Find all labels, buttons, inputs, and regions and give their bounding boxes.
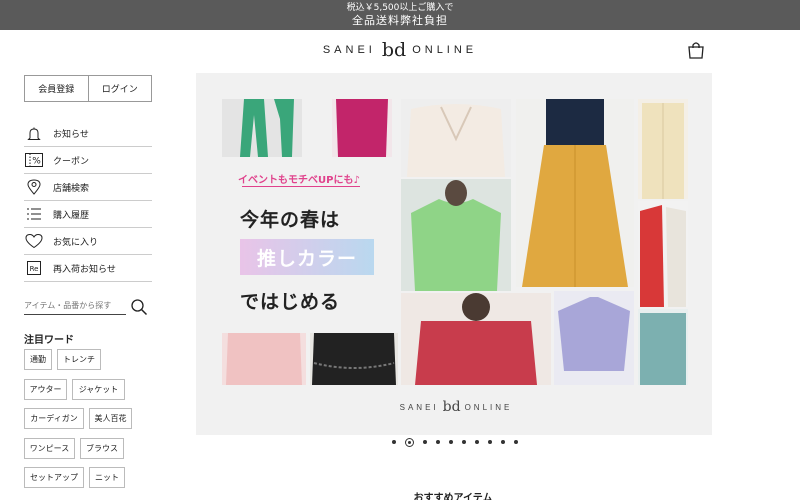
- photo-pink-jacket: [222, 333, 306, 385]
- carousel-dot[interactable]: [475, 440, 479, 444]
- keyword-tag[interactable]: セットアップ: [24, 467, 84, 488]
- carousel-dot-active[interactable]: [405, 437, 414, 447]
- logo-text-right: ONLINE: [412, 44, 478, 56]
- photo-red-knit: [401, 293, 551, 385]
- svg-text:Re: Re: [30, 265, 39, 273]
- keyword-tag[interactable]: トレンチ: [57, 349, 101, 370]
- item-search: [24, 297, 152, 317]
- keyword-tag[interactable]: 通勤: [24, 349, 52, 370]
- carousel-dot[interactable]: [488, 440, 492, 444]
- logo-text-left: SANEI: [322, 44, 376, 56]
- hero-logo: SANEI bd ONLINE: [346, 399, 566, 415]
- login-button[interactable]: ログイン: [87, 76, 152, 101]
- sidebar-item-label: お気に入り: [53, 237, 99, 248]
- hero-logo-mid: bd: [442, 399, 461, 415]
- sidebar-item-store-search[interactable]: 店舗検索: [24, 174, 152, 201]
- carousel-dot[interactable]: [436, 440, 440, 444]
- banner-tagline: イベントもモチベUPにも♪: [238, 175, 360, 186]
- photo-green-tshirt: [401, 179, 511, 291]
- hero-logo-right: ONLINE: [464, 402, 513, 412]
- banner-line1: 今年の春は: [240, 209, 341, 231]
- site-logo[interactable]: SANEI bd ONLINE: [265, 39, 535, 61]
- banner-copy: イベントもモチベUPにも♪ 今年の春は 推しカラー ではじめる: [236, 171, 376, 321]
- search-input[interactable]: [24, 297, 126, 315]
- location-pin-icon: [24, 179, 44, 195]
- svg-text:%: %: [32, 157, 41, 167]
- banner-line2: 推しカラー: [240, 239, 374, 275]
- logo-text-mid: bd: [381, 39, 407, 61]
- photo-green-pants: [222, 99, 302, 157]
- photo-lavender-top: [554, 291, 634, 385]
- list-icon: [24, 206, 44, 222]
- hero-logo-left: SANEI: [399, 402, 439, 412]
- keyword-tag[interactable]: カーディガン: [24, 408, 84, 429]
- site-header: SANEI bd ONLINE: [0, 30, 800, 70]
- recommend-section-title: おすすめアイテム: [413, 493, 493, 500]
- carousel-indicators: [392, 437, 518, 447]
- search-icon[interactable]: [130, 298, 148, 316]
- sidebar-menu: お知らせ % クーポン 店舗検索 購入履歴 お気に入り Re 再入荷お知らせ: [24, 121, 152, 282]
- carousel-dot[interactable]: [423, 440, 427, 444]
- sidebar-item-label: 店舗検索: [53, 183, 90, 194]
- sidebar-item-purchase-history[interactable]: 購入履歴: [24, 201, 152, 228]
- carousel-dot[interactable]: [392, 440, 396, 444]
- sidebar-item-news[interactable]: お知らせ: [24, 121, 152, 147]
- photo-beige-shirt: [638, 99, 688, 199]
- photo-red-cardigan: [638, 201, 688, 307]
- sidebar-item-restock[interactable]: Re 再入荷お知らせ: [24, 255, 152, 282]
- banner-line3: ではじめる: [240, 291, 341, 313]
- keyword-tag[interactable]: ニット: [89, 467, 125, 488]
- carousel-dot[interactable]: [449, 440, 453, 444]
- shopping-bag-icon[interactable]: [686, 40, 706, 60]
- keyword-tag[interactable]: ジャケット: [72, 379, 125, 400]
- register-button[interactable]: 会員登録: [25, 76, 88, 101]
- top-announcement-bar: 税込￥5,500以上ご購入で 全品送料弊社負担: [0, 0, 800, 30]
- shipping-notice-line2: 全品送料弊社負担: [352, 14, 448, 27]
- carousel-dot[interactable]: [501, 440, 505, 444]
- restock-icon: Re: [24, 260, 44, 276]
- banner-tagline-line: [242, 186, 360, 187]
- keyword-tag[interactable]: 美人百花: [89, 408, 132, 429]
- keyword-tag[interactable]: ワンピース: [24, 438, 75, 459]
- sidebar-item-label: 再入荷お知らせ: [53, 264, 116, 275]
- hero-banner[interactable]: イベントもモチベUPにも♪ 今年の春は 推しカラー ではじめる SANEI bd…: [196, 73, 712, 435]
- sidebar-item-coupon[interactable]: % クーポン: [24, 147, 152, 174]
- sidebar-item-label: クーポン: [53, 156, 90, 167]
- bell-icon: [24, 126, 44, 142]
- shipping-notice-line1: 税込￥5,500以上ご購入で: [346, 3, 454, 13]
- heart-icon: [24, 233, 44, 249]
- keyword-tag[interactable]: ブラウス: [80, 438, 124, 459]
- auth-buttons: 会員登録 ログイン: [24, 75, 152, 102]
- coupon-icon: %: [24, 152, 44, 168]
- photo-magenta-top: [332, 99, 392, 157]
- carousel-dot[interactable]: [514, 440, 518, 444]
- carousel-dot[interactable]: [462, 440, 466, 444]
- sidebar-item-label: 購入履歴: [53, 210, 90, 221]
- photo-cream-blouse: [401, 99, 511, 177]
- photo-teal-top: [638, 309, 688, 385]
- keyword-tag[interactable]: アウター: [24, 379, 67, 400]
- keywords-title: 注目ワード: [24, 335, 74, 346]
- sidebar-item-favorites[interactable]: お気に入り: [24, 228, 152, 255]
- sidebar-item-label: お知らせ: [53, 130, 89, 140]
- photo-mustard-skirt: [516, 99, 634, 287]
- photo-black-lace-skirt: [310, 333, 398, 385]
